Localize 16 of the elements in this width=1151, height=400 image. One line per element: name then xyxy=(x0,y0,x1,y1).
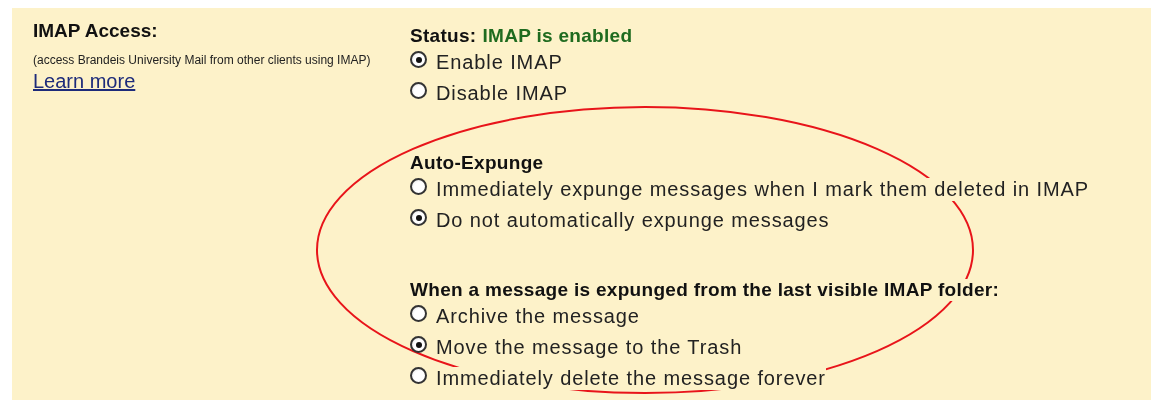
radio-button[interactable] xyxy=(410,305,427,322)
group-heading: When a message is expunged from the last visible IMAP folder: xyxy=(410,279,1000,301)
option-label: Immediately expunge messages when I mark them deleted in IMAP xyxy=(436,178,1089,201)
option-label: Immediately delete the message forever xyxy=(436,367,826,390)
radio-button[interactable] xyxy=(410,336,427,353)
radio-button[interactable] xyxy=(410,82,427,99)
option-label: Do not automatically expunge messages xyxy=(436,209,830,232)
learn-more-link[interactable]: Learn more xyxy=(33,70,136,93)
section-title: IMAP Access: xyxy=(33,20,159,43)
option-label: Move the message to the Trash xyxy=(436,336,743,359)
radio-button[interactable] xyxy=(410,178,427,195)
description-text: (access Brandeis University Mail from other clients using IMAP) xyxy=(33,52,372,69)
radio-button[interactable] xyxy=(410,51,427,68)
radio-button[interactable] xyxy=(410,367,427,384)
radio-button[interactable] xyxy=(410,209,427,226)
option-label: Archive the message xyxy=(436,305,640,328)
